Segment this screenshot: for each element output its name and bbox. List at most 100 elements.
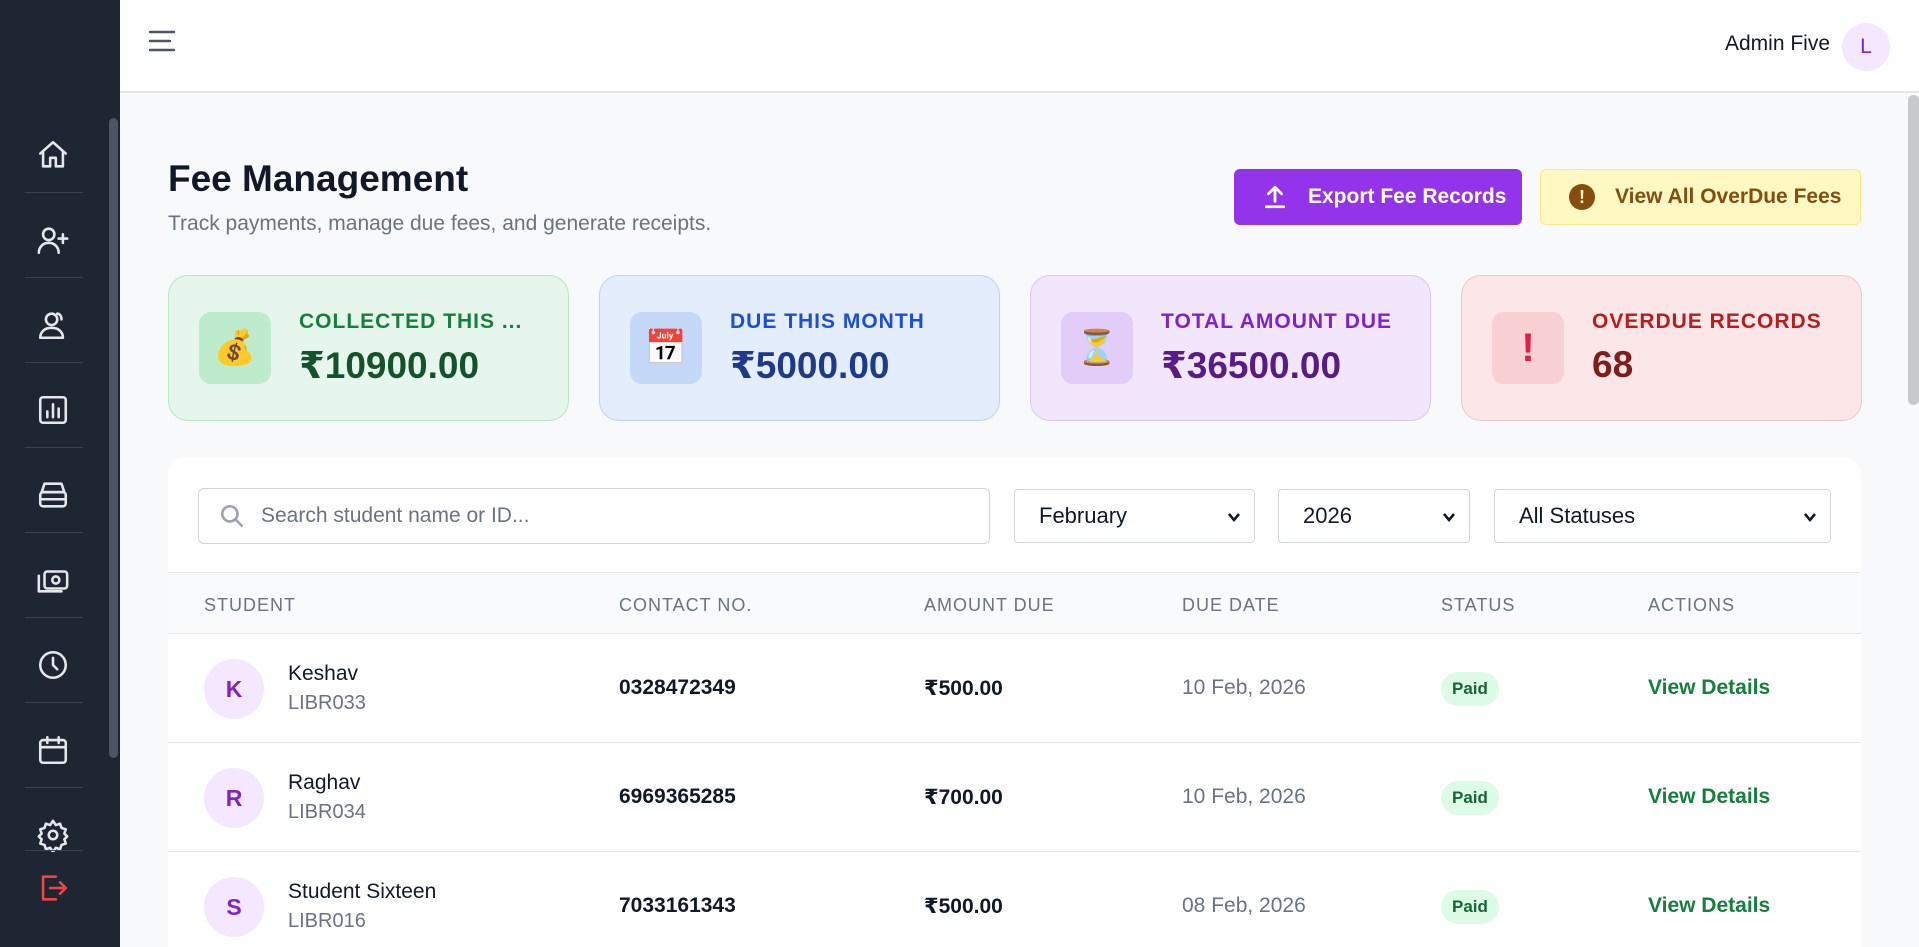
user-plus-icon <box>37 227 69 255</box>
sidebar-divider <box>25 532 83 533</box>
sidebar-item-fees[interactable] <box>25 552 81 608</box>
student-name: Raghav <box>288 771 361 794</box>
calendar-icon: 📅 <box>630 312 702 384</box>
due-date: 10 Feb, 2026 <box>1182 785 1306 808</box>
status-badge: Paid <box>1441 890 1499 924</box>
year-select[interactable]: 2026 <box>1278 489 1470 543</box>
money-bag-icon: 💰 <box>199 312 271 384</box>
column-header-due-date: DUE DATE <box>1182 595 1280 615</box>
sidebar-item-add-user[interactable] <box>25 212 81 268</box>
year-select-value: 2026 <box>1303 503 1352 528</box>
stat-value: ₹36500.00 <box>1161 345 1342 386</box>
column-header-student: STUDENT <box>204 595 296 615</box>
sidebar-item-home[interactable] <box>25 127 81 183</box>
amount-due: ₹700.00 <box>924 786 1003 809</box>
sidebar-divider <box>25 787 83 788</box>
menu-icon <box>148 30 176 52</box>
stat-card-due-this-month: 📅 DUE THIS MONTH ₹5000.00 <box>599 275 1000 421</box>
column-header-contact: CONTACT NO. <box>619 595 753 615</box>
stat-label: OVERDUE RECORDS <box>1592 310 1822 333</box>
view-details-link[interactable]: View Details <box>1648 785 1770 809</box>
status-badge: Paid <box>1441 672 1499 706</box>
table-row: R Raghav LIBR034 6969365285 ₹700.00 10 F… <box>168 743 1861 852</box>
view-overdue-fees-button[interactable]: ! View All OverDue Fees <box>1540 169 1861 225</box>
user-name: Admin Five <box>1724 32 1830 55</box>
student-name: Student Sixteen <box>288 880 437 903</box>
student-id: LIBR033 <box>288 692 366 714</box>
due-date: 08 Feb, 2026 <box>1182 894 1306 917</box>
table-row: K Keshav LIBR033 0328472349 ₹500.00 10 F… <box>168 634 1861 743</box>
clock-icon <box>38 650 68 680</box>
sidebar-divider <box>25 850 83 851</box>
topbar: Admin Five L <box>120 0 1919 93</box>
student-id: LIBR034 <box>288 801 366 823</box>
page-title: Fee Management <box>168 158 469 199</box>
menu-toggle-button[interactable] <box>146 24 180 58</box>
page-scrollbar[interactable] <box>1908 95 1919 405</box>
sidebar-item-students[interactable] <box>25 297 81 353</box>
hourglass-icon: ⏳ <box>1061 312 1133 384</box>
status-badge: Paid <box>1441 781 1499 815</box>
home-icon <box>38 140 68 168</box>
student-avatar: K <box>204 659 264 719</box>
sidebar-item-reports[interactable] <box>25 382 81 438</box>
table-header: STUDENT CONTACT NO. AMOUNT DUE DUE DATE … <box>168 572 1861 634</box>
status-select-value: All Statuses <box>1519 503 1636 528</box>
student-avatar: S <box>204 877 264 937</box>
column-header-amount: AMOUNT DUE <box>924 595 1055 615</box>
chevron-down-icon <box>1228 513 1240 523</box>
stat-value: ₹10900.00 <box>299 345 480 386</box>
stat-value: ₹5000.00 <box>730 345 890 386</box>
student-avatar: R <box>204 768 264 828</box>
view-details-link[interactable]: View Details <box>1648 894 1770 918</box>
sidebar-divider <box>25 617 83 618</box>
export-fee-records-button[interactable]: Export Fee Records <box>1234 169 1522 225</box>
avatar[interactable]: L <box>1842 23 1890 71</box>
logout-icon <box>41 875 68 901</box>
chart-icon <box>38 395 68 425</box>
search-box[interactable] <box>198 488 990 544</box>
cash-icon <box>37 570 69 593</box>
chevron-down-icon <box>1443 513 1455 523</box>
contact-number: 0328472349 <box>619 676 736 699</box>
sidebar-divider <box>25 447 83 448</box>
search-input[interactable] <box>261 504 961 528</box>
stat-label: TOTAL AMOUNT DUE <box>1161 310 1393 333</box>
view-details-link[interactable]: View Details <box>1648 676 1770 700</box>
column-header-status: STATUS <box>1441 595 1516 615</box>
sidebar-divider <box>25 362 83 363</box>
stat-card-overdue: ! OVERDUE RECORDS 68 <box>1461 275 1862 421</box>
gear-icon <box>37 819 69 852</box>
sidebar-item-calendar[interactable] <box>25 722 81 778</box>
contact-number: 7033161343 <box>619 894 736 917</box>
column-header-actions: ACTIONS <box>1648 595 1736 615</box>
stat-label: DUE THIS MONTH <box>730 310 925 333</box>
sidebar-divider <box>25 277 83 278</box>
archive-icon <box>38 482 68 508</box>
table-row: S Student Sixteen LIBR016 7033161343 ₹50… <box>168 852 1861 947</box>
users-icon <box>38 312 65 340</box>
status-select[interactable]: All Statuses <box>1494 489 1831 543</box>
stat-card-total-due: ⏳ TOTAL AMOUNT DUE ₹36500.00 <box>1030 275 1431 421</box>
sidebar-item-history[interactable] <box>25 637 81 693</box>
search-icon <box>220 504 244 528</box>
stat-label: COLLECTED THIS ... <box>299 310 523 333</box>
sidebar-scrollbar[interactable] <box>109 118 118 758</box>
amount-due: ₹500.00 <box>924 677 1003 700</box>
sidebar-item-settings[interactable] <box>25 807 81 863</box>
due-date: 10 Feb, 2026 <box>1182 676 1306 699</box>
calendar-icon <box>38 735 68 765</box>
contact-number: 6969365285 <box>619 785 736 808</box>
stat-value: 68 <box>1592 344 1634 385</box>
sidebar-divider <box>25 192 83 193</box>
chevron-down-icon <box>1804 513 1816 523</box>
page-subtitle: Track payments, manage due fees, and gen… <box>168 212 712 235</box>
month-select[interactable]: February <box>1014 489 1255 543</box>
student-name: Keshav <box>288 662 359 685</box>
month-select-value: February <box>1039 503 1128 528</box>
sidebar-item-logout[interactable] <box>25 860 81 916</box>
upload-icon <box>1264 185 1286 209</box>
sidebar-item-inventory[interactable] <box>25 467 81 523</box>
exclamation-icon: ! <box>1492 312 1564 384</box>
overdue-button-label: View All OverDue Fees <box>1615 185 1842 208</box>
